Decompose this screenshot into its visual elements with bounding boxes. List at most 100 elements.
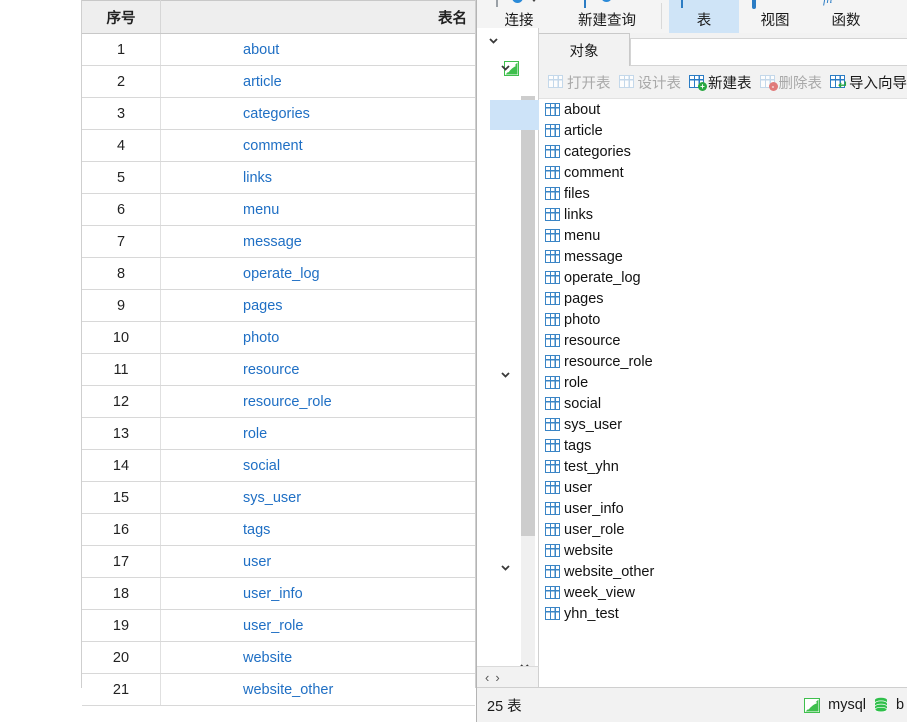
row-table-name-cell: about (160, 33, 475, 66)
database-icon (874, 697, 888, 713)
table-object-item[interactable]: yhn_test (539, 603, 907, 624)
chevron-down-icon-group-2[interactable] (499, 561, 512, 574)
table-object-item[interactable]: social (539, 393, 907, 414)
tree-selected-node[interactable] (490, 100, 539, 130)
toolbar-button-import-wizard[interactable]: ↵ 导入向导 (827, 70, 907, 95)
row-table-name-cell: role (160, 417, 475, 450)
table-object-icon (545, 166, 560, 179)
table-name-link[interactable]: social (243, 458, 280, 474)
table-object-item[interactable]: operate_log (539, 267, 907, 288)
tab-objects-label: 对象 (569, 43, 599, 60)
table-name-link[interactable]: resource_role (243, 394, 332, 410)
table-object-item[interactable]: pages (539, 288, 907, 309)
table-object-item[interactable]: user (539, 477, 907, 498)
table-object-item[interactable]: message (539, 246, 907, 267)
toolbar-button-design-table: 设计表 (616, 70, 685, 95)
toolbar-button-new-table[interactable]: + 新建表 (686, 70, 755, 95)
table-header: 序号 表名 (82, 0, 475, 34)
table-name-link[interactable]: sys_user (243, 490, 301, 506)
function-icon: fn (823, 0, 869, 6)
table-name-link[interactable]: user_role (243, 618, 303, 634)
table-object-icon (545, 439, 560, 452)
table-name-link[interactable]: user (243, 554, 271, 570)
toolbar-button-label: 导入向导 (849, 75, 907, 92)
row-table-name-cell: user_info (160, 577, 475, 610)
row-index: 6 (82, 193, 161, 226)
table-object-item[interactable]: tags (539, 435, 907, 456)
table-object-item[interactable]: photo (539, 309, 907, 330)
status-connection-name: mysql (828, 697, 866, 713)
table-object-label: website (564, 542, 614, 559)
ribbon-tab-function[interactable]: fn 函数 (811, 0, 881, 33)
table-object-item[interactable]: article (539, 120, 907, 141)
table-name-link[interactable]: user_info (243, 586, 303, 602)
table-name-link[interactable]: links (243, 170, 272, 186)
table-name-link[interactable]: role (243, 426, 267, 442)
table-objects-list[interactable]: about article categories comment files links m… (539, 99, 907, 688)
new-table-icon: + (689, 75, 707, 91)
table-object-label: social (564, 395, 602, 412)
table-name-link[interactable]: comment (243, 138, 303, 154)
status-bar: 25 表 mysql b (477, 687, 907, 722)
tables-data-table: 序号 表名 1 about 2 article 3 categories 4 comment 5… (82, 0, 475, 706)
row-index: 18 (82, 577, 161, 610)
table-object-item[interactable]: comment (539, 162, 907, 183)
connection-tree-sidebar[interactable] (477, 28, 539, 688)
table-object-item[interactable]: user_info (539, 498, 907, 519)
open-table-icon (548, 75, 564, 89)
table-object-item[interactable]: resource (539, 330, 907, 351)
toolbar-button-delete-table: - 删除表 (757, 70, 826, 95)
table-object-icon (545, 292, 560, 305)
table-name-link[interactable]: pages (243, 298, 283, 314)
table-object-item[interactable]: about (539, 99, 907, 120)
nav-prev-icon[interactable]: ‹ (485, 670, 489, 685)
ribbon-tab-new-query[interactable]: 新建查询 (555, 0, 659, 33)
row-table-name-cell: message (160, 225, 475, 258)
table-object-label: resource (564, 332, 621, 349)
table-object-item[interactable]: test_yhn (539, 456, 907, 477)
table-name-link[interactable]: article (243, 74, 282, 90)
table-row: 1 about (82, 33, 475, 66)
table-name-link[interactable]: categories (243, 106, 310, 122)
table-object-item[interactable]: resource_role (539, 351, 907, 372)
table-icon (681, 0, 727, 8)
chevron-down-icon-group-1[interactable] (499, 368, 512, 381)
table-name-link[interactable]: operate_log (243, 266, 320, 282)
table-object-item[interactable]: links (539, 204, 907, 225)
table-object-item[interactable]: website_other (539, 561, 907, 582)
tab-strip-empty-area (630, 38, 907, 66)
table-object-item[interactable]: user_role (539, 519, 907, 540)
tab-objects[interactable]: 对象 (538, 33, 630, 66)
table-object-item[interactable]: sys_user (539, 414, 907, 435)
row-index: 1 (82, 33, 161, 66)
chevron-down-icon-database[interactable] (499, 61, 512, 74)
table-object-item[interactable]: categories (539, 141, 907, 162)
table-object-item[interactable]: week_view (539, 582, 907, 603)
table-object-item[interactable]: role (539, 372, 907, 393)
table-object-item[interactable]: menu (539, 225, 907, 246)
ribbon-tab-view[interactable]: 视图 (739, 0, 811, 33)
table-object-item[interactable]: files (539, 183, 907, 204)
table-name-link[interactable]: about (243, 42, 279, 58)
tree-scrollbar-thumb[interactable] (521, 96, 535, 536)
table-name-link[interactable]: menu (243, 202, 279, 218)
table-object-icon (545, 502, 560, 515)
row-index: 20 (82, 641, 161, 674)
nav-next-icon[interactable]: › (495, 670, 499, 685)
table-object-label: user_role (564, 521, 625, 538)
chevron-down-icon-connection[interactable] (487, 34, 500, 47)
row-index: 7 (82, 225, 161, 258)
table-name-link[interactable]: photo (243, 330, 279, 346)
ribbon-tab-table[interactable]: 表 (669, 0, 739, 33)
connection-icon-glyph (496, 0, 498, 7)
table-name-link[interactable]: website_other (243, 682, 333, 698)
table-row: 6 menu (82, 193, 475, 226)
table-name-link[interactable]: website (243, 650, 292, 666)
table-name-link[interactable]: resource (243, 362, 299, 378)
table-name-link[interactable]: message (243, 234, 302, 250)
table-object-icon (545, 355, 560, 368)
table-object-item[interactable]: website (539, 540, 907, 561)
table-name-link[interactable]: tags (243, 522, 270, 538)
table-row: 18 user_info (82, 577, 475, 610)
row-index: 2 (82, 65, 161, 98)
